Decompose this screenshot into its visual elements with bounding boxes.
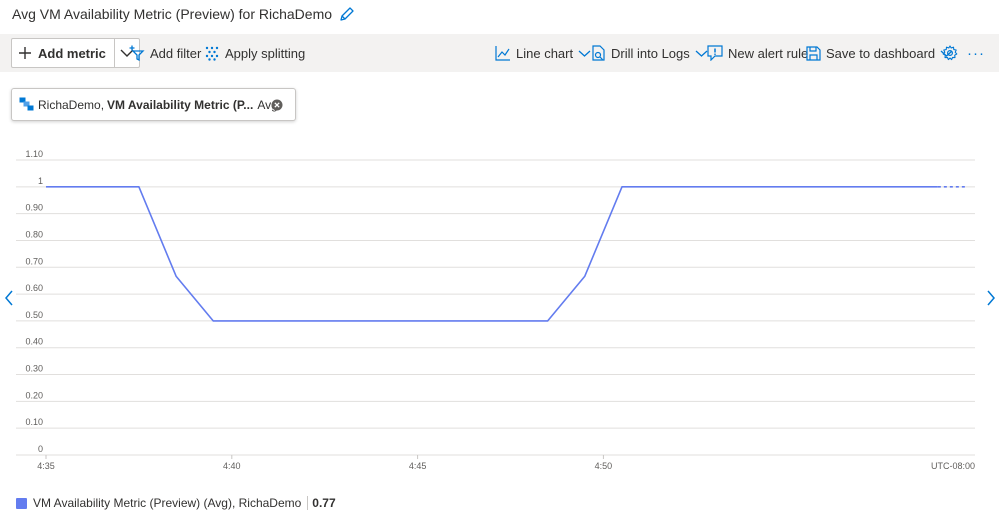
edit-title-icon[interactable] bbox=[338, 5, 356, 23]
y-tick-label: 0.70 bbox=[25, 256, 43, 266]
y-tick-label: 0.60 bbox=[25, 283, 43, 293]
alert-icon bbox=[707, 45, 723, 61]
plus-icon bbox=[19, 47, 31, 59]
add-metric-label: Add metric bbox=[38, 45, 106, 61]
drill-into-logs-label: Drill into Logs bbox=[611, 45, 690, 61]
x-axis-tick-labels: 4:35 4:40 4:45 4:50 UTC-08:00 bbox=[37, 461, 975, 471]
more-options-button[interactable]: ··· bbox=[967, 38, 985, 68]
y-tick-label: 1 bbox=[38, 176, 43, 186]
new-alert-rule-label: New alert rule bbox=[728, 45, 809, 61]
y-tick-label: 0 bbox=[38, 444, 43, 454]
x-tick-label: 4:45 bbox=[409, 461, 427, 471]
y-tick-label: 0.20 bbox=[25, 390, 43, 400]
apply-splitting-button[interactable]: Apply splitting bbox=[205, 38, 305, 68]
y-tick-label: 0.30 bbox=[25, 364, 43, 374]
y-tick-label: 0.90 bbox=[25, 203, 43, 213]
vm-scale-set-icon bbox=[19, 97, 34, 111]
legend-series-name: VM Availability Metric (Preview) (Avg), … bbox=[33, 496, 302, 510]
apply-splitting-label: Apply splitting bbox=[225, 45, 306, 61]
chevron-down-icon bbox=[578, 50, 591, 57]
chart-title-row: Avg VM Availability Metric (Preview) for… bbox=[12, 3, 356, 25]
splitting-icon bbox=[205, 46, 219, 61]
x-tick-label: 4:50 bbox=[595, 461, 613, 471]
chevron-down-icon bbox=[695, 50, 708, 57]
chart-settings-button[interactable] bbox=[942, 38, 958, 68]
add-metric-button[interactable]: Add metric bbox=[12, 39, 115, 67]
y-tick-label: 0.50 bbox=[25, 310, 43, 320]
chart-title: Avg VM Availability Metric (Preview) for… bbox=[12, 6, 333, 22]
timezone-label: UTC-08:00 bbox=[931, 461, 975, 471]
chart-legend[interactable]: VM Availability Metric (Preview) (Avg), … bbox=[16, 496, 336, 510]
legend-swatch bbox=[16, 497, 27, 509]
x-tick-label: 4:40 bbox=[223, 461, 241, 471]
line-chart-label: Line chart bbox=[516, 45, 574, 61]
y-tick-label: 0.10 bbox=[25, 417, 43, 427]
line-chart-icon bbox=[495, 46, 510, 61]
metric-pill-metric: VM Availability Metric (P... bbox=[107, 97, 254, 112]
legend-divider bbox=[307, 496, 309, 510]
new-alert-rule-button[interactable]: New alert rule bbox=[707, 38, 808, 68]
metric-pill-resource: RichaDemo, bbox=[38, 97, 105, 112]
add-filter-icon bbox=[129, 45, 145, 61]
x-tick-label: 4:35 bbox=[37, 461, 55, 471]
y-axis-tick-labels: 1.10 1 0.90 0.80 0.70 0.60 0.50 0.40 0.30 0.20 0.1… bbox=[25, 149, 43, 454]
logs-icon bbox=[592, 45, 605, 61]
save-to-dashboard-label: Save to dashboard bbox=[826, 45, 936, 61]
more-options-label: ··· bbox=[967, 44, 985, 62]
series-line bbox=[46, 186, 938, 322]
chart-toolbar: Add metric Add filter Apply splitting Li… bbox=[0, 34, 999, 72]
legend-summary-value: 0.77 bbox=[312, 496, 336, 510]
y-tick-label: 0.40 bbox=[25, 337, 43, 347]
save-icon bbox=[806, 45, 821, 61]
add-metric-split-button: Add metric bbox=[11, 38, 140, 68]
drill-into-logs-dropdown[interactable]: Drill into Logs bbox=[591, 38, 708, 68]
y-tick-label: 0.80 bbox=[25, 229, 43, 239]
add-filter-label: Add filter bbox=[150, 45, 202, 61]
remove-metric-icon[interactable] bbox=[271, 99, 283, 111]
save-to-dashboard-dropdown[interactable]: Save to dashboard bbox=[806, 38, 953, 68]
line-chart: 1.10 1 0.90 0.80 0.70 0.60 0.50 0.40 0.30 0.20 0.1… bbox=[16, 149, 975, 471]
add-filter-button[interactable]: Add filter bbox=[129, 38, 201, 68]
metric-pill[interactable]: RichaDemo, VM Availability Metric (P... … bbox=[11, 88, 296, 121]
line-chart-dropdown[interactable]: Line chart bbox=[495, 38, 591, 68]
chart-series bbox=[46, 186, 966, 322]
chart-gridlines bbox=[16, 159, 975, 459]
y-tick-label: 1.10 bbox=[25, 149, 43, 159]
gear-icon bbox=[942, 45, 958, 61]
